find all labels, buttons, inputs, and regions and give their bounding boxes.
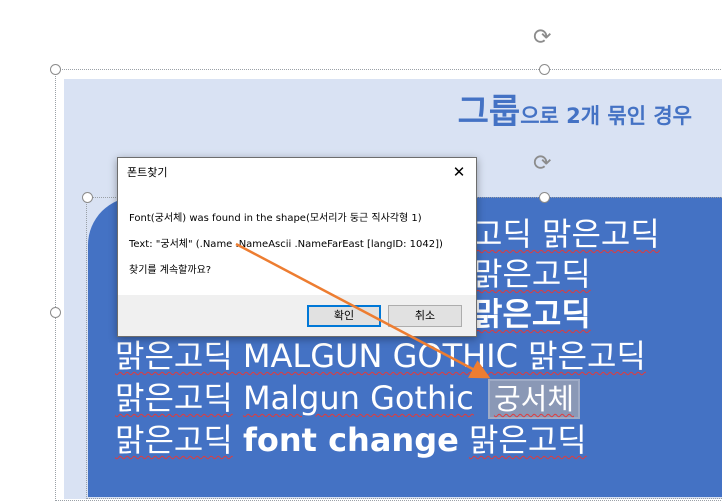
inner-handle-top-left[interactable]: [82, 192, 93, 203]
inner-handle-top[interactable]: [539, 192, 550, 203]
dialog-message-font: Font(궁서체) was found in the shape(모서리가 둥근…: [129, 213, 422, 224]
resize-handle-top[interactable]: [539, 64, 550, 75]
cancel-button[interactable]: 취소: [388, 305, 462, 327]
find-font-dialog: 폰트찾기 ✕ Font(궁서체) was found in the shape(…: [117, 157, 477, 337]
resize-handle-top-left[interactable]: [50, 64, 61, 75]
dialog-message-continue: 찾기를 계속할까요?: [129, 265, 212, 276]
close-icon[interactable]: ✕: [448, 161, 470, 183]
rotate-handle-inner-icon[interactable]: ⟳: [533, 153, 551, 175]
rotate-handle-icon[interactable]: ⟳: [533, 27, 551, 49]
ok-button[interactable]: 확인: [307, 305, 381, 327]
dialog-footer: 확인 취소: [118, 295, 476, 336]
dialog-title: 폰트찾기: [127, 166, 168, 179]
dialog-message-text: Text: "궁서체" (.Name .NameAscii .NameFarEa…: [129, 239, 443, 250]
dialog-titlebar[interactable]: [118, 158, 476, 186]
resize-handle-left[interactable]: [50, 307, 61, 318]
